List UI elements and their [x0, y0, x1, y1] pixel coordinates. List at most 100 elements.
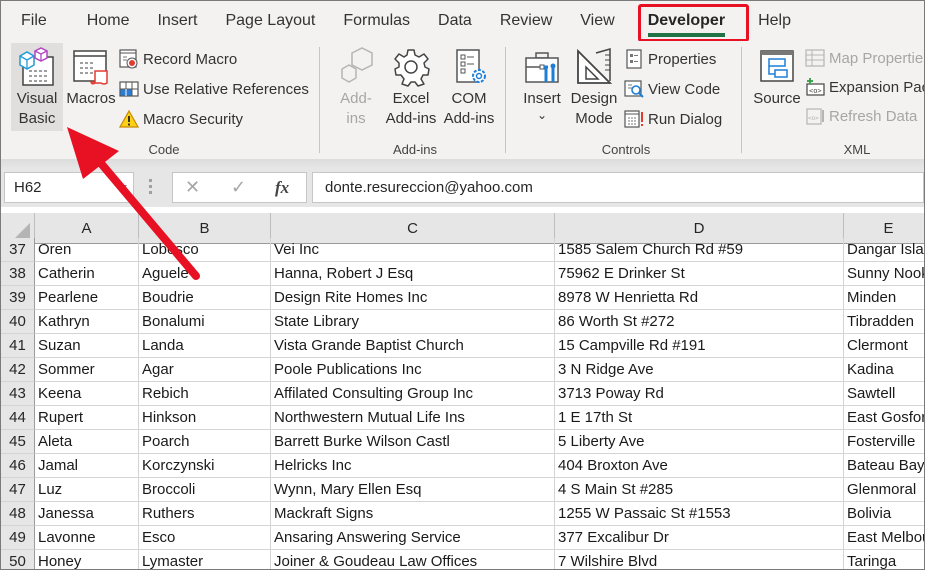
tab-help[interactable]: Help	[744, 1, 805, 41]
cell-d47[interactable]: 4 S Main St #285	[555, 478, 844, 502]
cell-c44[interactable]: Northwestern Mutual Life Ins	[271, 406, 555, 430]
cell-c46[interactable]: Helricks Inc	[271, 454, 555, 478]
cell-d44[interactable]: 1 E 17th St	[555, 406, 844, 430]
cell-a48[interactable]: Janessa	[35, 502, 139, 526]
cell-e49[interactable]: East Melbourne	[844, 526, 924, 550]
cell-d42[interactable]: 3 N Ridge Ave	[555, 358, 844, 382]
row-header[interactable]: 44	[1, 406, 35, 430]
row-header[interactable]: 41	[1, 334, 35, 358]
cell-a38[interactable]: Catherin	[35, 262, 139, 286]
row-header[interactable]: 49	[1, 526, 35, 550]
cell-e47[interactable]: Glenmoral	[844, 478, 924, 502]
expansion-packs-button[interactable]: <o> Expansion Packs	[805, 74, 924, 100]
cell-d37[interactable]: 1585 Salem Church Rd #59	[555, 238, 844, 262]
cell-e40[interactable]: Tibradden	[844, 310, 924, 334]
cell-c50[interactable]: Joiner & Goudeau Law Offices	[271, 550, 555, 569]
cell-b39[interactable]: Boudrie	[139, 286, 271, 310]
cell-c45[interactable]: Barrett Burke Wilson Castl	[271, 430, 555, 454]
row-header[interactable]: 42	[1, 358, 35, 382]
cell-e39[interactable]: Minden	[844, 286, 924, 310]
tab-file[interactable]: File	[1, 1, 73, 41]
cell-d46[interactable]: 404 Broxton Ave	[555, 454, 844, 478]
tab-view[interactable]: View	[566, 1, 628, 41]
cell-a44[interactable]: Rupert	[35, 406, 139, 430]
cell-e44[interactable]: East Gosford	[844, 406, 924, 430]
cell-b40[interactable]: Bonalumi	[139, 310, 271, 334]
formula-bar-grip-icon[interactable]	[149, 179, 153, 197]
cell-e37[interactable]: Dangar Island	[844, 238, 924, 262]
tab-insert[interactable]: Insert	[143, 1, 211, 41]
cell-e46[interactable]: Bateau Bay	[844, 454, 924, 478]
cell-c49[interactable]: Ansaring Answering Service	[271, 526, 555, 550]
cell-c40[interactable]: State Library	[271, 310, 555, 334]
record-macro-button[interactable]: Record Macro	[119, 46, 237, 72]
visual-basic-button[interactable]: Visual Basic	[11, 43, 63, 131]
cell-b45[interactable]: Poarch	[139, 430, 271, 454]
cell-a45[interactable]: Aleta	[35, 430, 139, 454]
formula-input[interactable]: donte.resureccion@yahoo.com	[312, 172, 924, 203]
cell-a50[interactable]: Honey	[35, 550, 139, 569]
cell-e45[interactable]: Fosterville	[844, 430, 924, 454]
cell-d40[interactable]: 86 Worth St #272	[555, 310, 844, 334]
view-code-button[interactable]: View Code	[624, 76, 720, 102]
cell-d49[interactable]: 377 Excalibur Dr	[555, 526, 844, 550]
cell-c41[interactable]: Vista Grande Baptist Church	[271, 334, 555, 358]
cell-a47[interactable]: Luz	[35, 478, 139, 502]
enter-icon[interactable]: ✓	[231, 177, 246, 198]
cell-b41[interactable]: Landa	[139, 334, 271, 358]
properties-button[interactable]: Properties	[624, 46, 716, 72]
row-header[interactable]: 48	[1, 502, 35, 526]
cell-d45[interactable]: 5 Liberty Ave	[555, 430, 844, 454]
cell-b37[interactable]: Lobosco	[139, 238, 271, 262]
cell-b50[interactable]: Lymaster	[139, 550, 271, 569]
cell-c37[interactable]: Vei Inc	[271, 238, 555, 262]
cell-d43[interactable]: 3713 Poway Rd	[555, 382, 844, 406]
insert-control-button[interactable]: Insert ⌄	[519, 43, 565, 121]
cell-b46[interactable]: Korczynski	[139, 454, 271, 478]
cell-a42[interactable]: Sommer	[35, 358, 139, 382]
cell-e43[interactable]: Sawtell	[844, 382, 924, 406]
cell-a46[interactable]: Jamal	[35, 454, 139, 478]
cell-a39[interactable]: Pearlene	[35, 286, 139, 310]
row-header[interactable]: 47	[1, 478, 35, 502]
xml-source-button[interactable]: Source	[751, 43, 803, 109]
cell-d41[interactable]: 15 Campville Rd #191	[555, 334, 844, 358]
cell-b38[interactable]: Aguele	[139, 262, 271, 286]
cell-a37[interactable]: Oren	[35, 238, 139, 262]
cell-a40[interactable]: Kathryn	[35, 310, 139, 334]
row-header[interactable]: 40	[1, 310, 35, 334]
cell-d48[interactable]: 1255 W Passaic St #1553	[555, 502, 844, 526]
cell-a41[interactable]: Suzan	[35, 334, 139, 358]
refresh-data-button[interactable]: <o> Refresh Data	[805, 103, 917, 129]
tab-formulas[interactable]: Formulas	[329, 1, 424, 41]
row-header[interactable]: 45	[1, 430, 35, 454]
macro-security-button[interactable]: Macro Security	[118, 106, 243, 132]
cell-e48[interactable]: Bolivia	[844, 502, 924, 526]
cell-c43[interactable]: Affilated Consulting Group Inc	[271, 382, 555, 406]
cell-d39[interactable]: 8978 W Henrietta Rd	[555, 286, 844, 310]
cell-d50[interactable]: 7 Wilshire Blvd	[555, 550, 844, 569]
row-header[interactable]: 50	[1, 550, 35, 569]
cell-b49[interactable]: Esco	[139, 526, 271, 550]
row-header[interactable]: 46	[1, 454, 35, 478]
name-box[interactable]: H62	[4, 172, 134, 203]
cell-e50[interactable]: Taringa	[844, 550, 924, 569]
cancel-icon[interactable]: ✕	[185, 177, 200, 198]
excel-addins-button[interactable]: Excel Add-ins	[383, 43, 439, 129]
macros-button[interactable]: Macros	[65, 43, 117, 109]
cell-b42[interactable]: Agar	[139, 358, 271, 382]
cell-b44[interactable]: Hinkson	[139, 406, 271, 430]
tab-page-layout[interactable]: Page Layout	[211, 1, 329, 41]
map-properties-button[interactable]: Map Properties	[805, 45, 924, 71]
cell-e41[interactable]: Clermont	[844, 334, 924, 358]
tab-developer[interactable]: Developer	[629, 1, 744, 41]
name-box-dropdown-icon[interactable]	[117, 185, 127, 191]
cell-e42[interactable]: Kadina	[844, 358, 924, 382]
row-header[interactable]: 38	[1, 262, 35, 286]
cell-a49[interactable]: Lavonne	[35, 526, 139, 550]
cell-e38[interactable]: Sunny Nook	[844, 262, 924, 286]
insert-function-icon[interactable]: fx	[275, 178, 289, 198]
cell-c42[interactable]: Poole Publications Inc	[271, 358, 555, 382]
tab-data[interactable]: Data	[424, 1, 486, 41]
cell-c48[interactable]: Mackraft Signs	[271, 502, 555, 526]
